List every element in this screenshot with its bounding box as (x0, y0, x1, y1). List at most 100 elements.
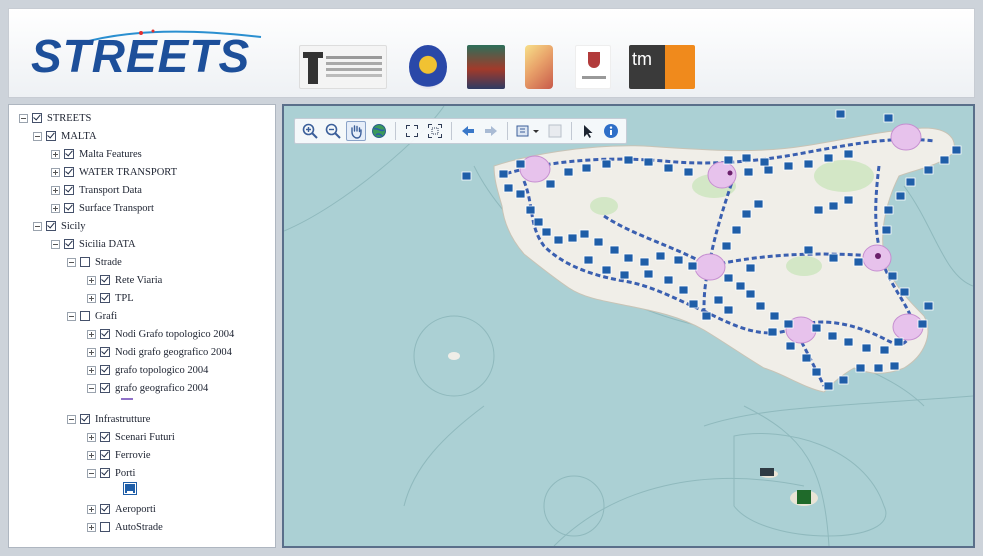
port-marker[interactable] (731, 225, 742, 235)
port-marker[interactable] (905, 177, 916, 187)
layer-tree-panel[interactable]: STREETS MALTA Malta Features WATER TRANSPOR… (8, 104, 276, 548)
port-marker[interactable] (785, 341, 796, 351)
expand-icon[interactable] (87, 504, 96, 514)
port-marker[interactable] (783, 161, 794, 171)
collapse-icon[interactable] (19, 113, 28, 123)
port-marker[interactable] (883, 205, 894, 215)
collapse-icon[interactable] (67, 257, 76, 267)
pointer-icon[interactable] (578, 121, 598, 141)
port-marker[interactable] (541, 227, 552, 237)
port-marker[interactable] (581, 163, 592, 173)
port-marker[interactable] (663, 275, 674, 285)
expand-icon[interactable] (87, 450, 96, 460)
layer-node[interactable]: Strade (67, 253, 122, 271)
port-marker[interactable] (939, 155, 950, 165)
port-marker[interactable] (563, 167, 574, 177)
expand-icon[interactable] (87, 432, 96, 442)
port-marker[interactable] (827, 331, 838, 341)
port-marker[interactable] (721, 241, 732, 251)
layer-checkbox[interactable] (100, 275, 110, 285)
port-marker[interactable] (923, 301, 934, 311)
layer-checkbox[interactable] (100, 365, 110, 375)
port-marker[interactable] (503, 183, 514, 193)
layer-node[interactable]: Rete Viaria (87, 271, 162, 289)
port-marker[interactable] (838, 375, 849, 385)
port-marker[interactable] (843, 149, 854, 159)
port-marker[interactable] (853, 257, 864, 267)
port-marker[interactable] (923, 165, 934, 175)
port-marker[interactable] (755, 301, 766, 311)
port-marker[interactable] (813, 205, 824, 215)
collapse-icon[interactable] (51, 239, 60, 249)
port-marker[interactable] (743, 167, 754, 177)
expand-icon[interactable] (51, 203, 60, 213)
zoom-in-icon[interactable] (300, 121, 320, 141)
layer-node[interactable]: Surface Transport (51, 199, 154, 217)
port-marker[interactable] (881, 225, 892, 235)
expand-icon[interactable] (87, 329, 96, 339)
expand-icon[interactable] (87, 293, 96, 303)
port-marker[interactable] (811, 323, 822, 333)
layer-node[interactable]: grafo topologico 2004 (87, 361, 208, 379)
port-marker[interactable] (723, 273, 734, 283)
port-marker[interactable] (763, 165, 774, 175)
layer-checkbox[interactable] (100, 329, 110, 339)
forward-arrow-icon[interactable] (481, 121, 501, 141)
layer-node[interactable]: grafo geografico 2004 (87, 379, 208, 397)
layer-checkbox[interactable] (64, 185, 74, 195)
layer-checkbox[interactable] (100, 504, 110, 514)
port-marker[interactable] (609, 245, 620, 255)
layer-checkbox[interactable] (100, 293, 110, 303)
port-marker[interactable] (525, 205, 536, 215)
port-marker[interactable] (835, 109, 846, 119)
port-marker[interactable] (769, 311, 780, 321)
port-marker[interactable] (883, 113, 894, 123)
port-marker[interactable] (801, 353, 812, 363)
port-marker[interactable] (601, 265, 612, 275)
port-marker[interactable] (687, 261, 698, 271)
port-marker[interactable] (783, 319, 794, 329)
expand-icon[interactable] (51, 167, 60, 177)
layer-node[interactable]: Scenari Futuri (87, 428, 175, 446)
port-marker[interactable] (803, 245, 814, 255)
port-marker[interactable] (593, 237, 604, 247)
port-marker[interactable] (823, 381, 834, 391)
port-marker[interactable] (861, 343, 872, 353)
port-marker[interactable] (887, 271, 898, 281)
layer-node[interactable]: Grafi (67, 307, 117, 325)
port-marker[interactable] (895, 191, 906, 201)
expand-icon[interactable] (51, 149, 60, 159)
layer-node[interactable]: Porti (87, 464, 135, 482)
port-marker[interactable] (623, 155, 634, 165)
layer-checkbox[interactable] (100, 383, 110, 393)
layer-select-icon[interactable] (514, 121, 542, 141)
port-marker[interactable] (873, 363, 884, 373)
port-marker[interactable] (583, 255, 594, 265)
collapse-icon[interactable] (87, 468, 96, 478)
layer-node[interactable]: Transport Data (51, 181, 142, 199)
info-icon[interactable] (601, 121, 621, 141)
pan-hand-icon[interactable] (346, 121, 366, 141)
layer-node[interactable]: Malta Features (51, 145, 142, 163)
port-marker[interactable] (643, 269, 654, 279)
layer-checkbox[interactable] (100, 522, 110, 532)
port-marker[interactable] (655, 251, 666, 261)
port-marker[interactable] (533, 217, 544, 227)
port-marker[interactable] (579, 229, 590, 239)
port-marker[interactable] (889, 361, 900, 371)
layer-node[interactable]: Infrastrutture (67, 410, 150, 428)
port-marker[interactable] (639, 257, 650, 267)
port-marker[interactable] (461, 171, 472, 181)
port-marker[interactable] (678, 285, 689, 295)
port-marker[interactable] (745, 263, 756, 273)
layer-node[interactable]: TPL (87, 289, 134, 307)
port-marker[interactable] (843, 337, 854, 347)
layer-checkbox[interactable] (80, 414, 90, 424)
collapse-icon[interactable] (67, 414, 76, 424)
layer-checkbox[interactable] (32, 113, 42, 123)
port-marker[interactable] (745, 289, 756, 299)
port-marker[interactable] (723, 305, 734, 315)
layer-checkbox[interactable] (46, 221, 56, 231)
layer-checkbox[interactable] (80, 257, 90, 267)
zoom-full-icon[interactable] (402, 121, 422, 141)
